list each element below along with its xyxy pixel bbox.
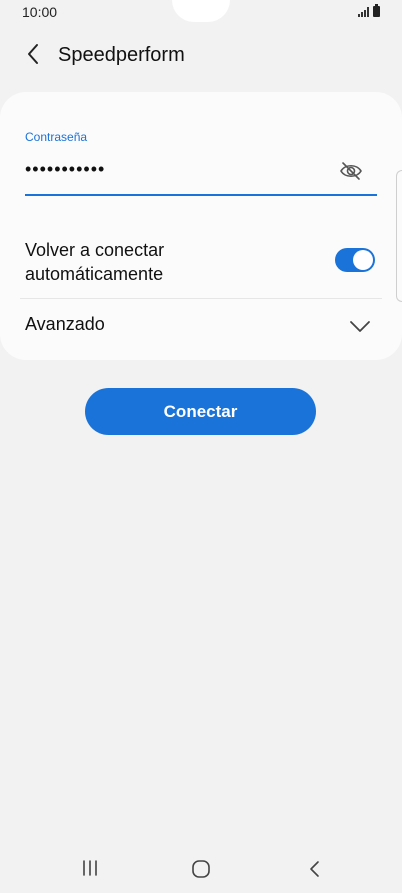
connect-button[interactable]: Conectar [85, 388, 316, 435]
recent-apps-icon[interactable] [80, 859, 100, 877]
advanced-row[interactable]: Avanzado [0, 300, 402, 350]
page-title: Speedperform [58, 44, 185, 66]
password-label: Contraseña [25, 130, 88, 144]
battery-icon [373, 4, 380, 17]
auto-reconnect-row: Volver a conectar automáticamente [0, 226, 402, 296]
home-icon[interactable] [191, 859, 211, 879]
signal-icon [358, 7, 369, 17]
auto-reconnect-label: Volver a conectar automáticamente [25, 240, 165, 284]
back-arrow-icon[interactable] [22, 42, 46, 66]
navigation-bar [0, 845, 402, 893]
status-bar: 10:00 [0, 0, 402, 28]
wifi-settings-card: Contraseña Volver a conectar automáticam… [0, 92, 402, 360]
eye-off-icon[interactable] [339, 160, 363, 182]
scroll-indicator[interactable] [396, 170, 402, 302]
camera-notch [172, 0, 230, 22]
auto-reconnect-toggle[interactable] [335, 248, 375, 272]
divider [20, 298, 382, 299]
password-input[interactable] [25, 152, 325, 186]
password-underline [25, 194, 377, 196]
nav-back-icon[interactable] [306, 859, 324, 879]
toggle-knob [353, 250, 373, 270]
status-icons [358, 4, 380, 17]
chevron-down-icon [350, 321, 370, 332]
status-time: 10:00 [22, 4, 58, 20]
header: Speedperform [0, 36, 402, 76]
advanced-label: Avanzado [25, 314, 105, 334]
